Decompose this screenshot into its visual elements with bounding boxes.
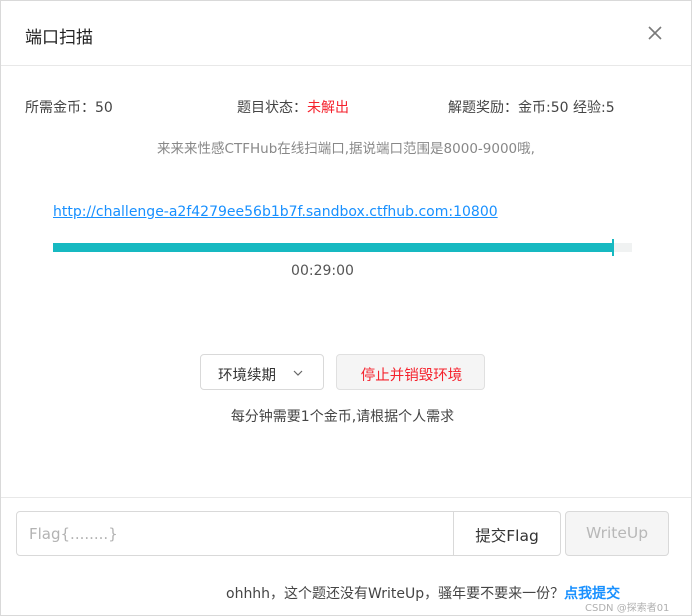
time-progress-fill	[53, 243, 613, 252]
footer-divider	[1, 497, 691, 498]
flag-input[interactable]	[16, 511, 454, 556]
challenge-dialog: 端口扫描 所需金币：50 题目状态：未解出 解题奖励：金币:50 经验:5 来来…	[0, 0, 692, 616]
writeup-button[interactable]: WriteUp	[565, 511, 669, 556]
cost-value: 50	[95, 100, 113, 116]
status-info: 题目状态：未解出	[237, 97, 349, 117]
renew-environment-dropdown[interactable]: 环境续期	[200, 354, 324, 390]
stop-label: 停止并销毁环境	[360, 368, 463, 384]
remaining-time: 00:29:00	[291, 263, 354, 279]
cost-label: 所需金币：	[25, 100, 95, 116]
cost-note: 每分钟需要1个金币,请根据个人需求	[230, 409, 455, 425]
writeup-prompt-text: ohhhh，这个题还没有WriteUp，骚年要不要来一份？	[226, 586, 565, 602]
time-progress-marker	[611, 239, 614, 256]
status-value: 未解出	[307, 100, 349, 116]
reward-info: 解题奖励：金币:50 经验:5	[448, 97, 615, 117]
chevron-down-icon	[293, 370, 303, 376]
cost-info: 所需金币：50	[25, 97, 113, 117]
submit-flag-button[interactable]: 提交Flag	[453, 511, 561, 556]
renew-label: 环境续期	[218, 368, 276, 384]
dialog-header: 端口扫描	[1, 1, 691, 66]
reward-label: 解题奖励：	[448, 100, 518, 116]
close-icon[interactable]	[641, 19, 669, 47]
reward-value: 金币:50 经验:5	[518, 100, 615, 116]
dialog-title: 端口扫描	[25, 28, 93, 48]
submit-flag-label: 提交Flag	[475, 527, 539, 545]
stop-destroy-environment-button[interactable]: 停止并销毁环境	[336, 354, 485, 390]
status-label: 题目状态：	[237, 100, 307, 116]
watermark: CSDN @探索者01	[585, 603, 670, 614]
writeup-prompt: ohhhh，这个题还没有WriteUp，骚年要不要来一份？点我提交	[226, 583, 620, 603]
environment-link[interactable]: http://challenge-a2f4279ee56b1b7f.sandbo…	[53, 204, 498, 220]
time-progress-bar	[53, 239, 632, 256]
writeup-label: WriteUp	[585, 524, 649, 542]
challenge-description: 来来来性感CTFHub在线扫端口,据说端口范围是8000-9000哦,	[157, 141, 535, 157]
